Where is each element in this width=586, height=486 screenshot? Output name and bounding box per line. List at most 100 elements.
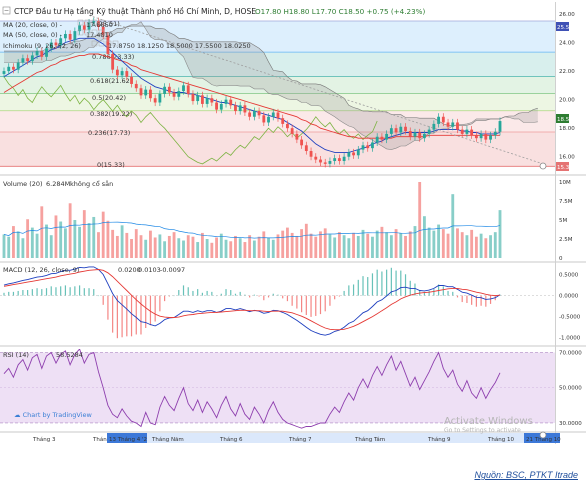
candle-body <box>243 105 247 113</box>
macd-histogram-bar <box>201 292 203 296</box>
candle-body <box>12 66 15 70</box>
candle-body <box>257 111 261 116</box>
macd-histogram-bar <box>400 270 402 296</box>
candle-body <box>314 156 318 160</box>
volume-bar <box>257 236 261 258</box>
candle-body <box>219 103 223 110</box>
macd-histogram-bar <box>433 289 435 296</box>
windows-activation-watermark: Activate Windows Go to Settings to activ… <box>444 416 533 434</box>
volume-bar <box>441 229 445 258</box>
candle-body <box>191 93 195 102</box>
macd-histogram-bar <box>116 295 118 339</box>
volume-bar <box>337 232 341 258</box>
logo-text: Chart by TradingView <box>22 411 92 419</box>
volume-bar <box>437 224 441 258</box>
volume-bar <box>224 239 228 258</box>
macd-value-3: -0.0097 <box>160 266 185 274</box>
volume-bar <box>295 235 299 258</box>
volume-bar <box>172 232 176 258</box>
macd-pane[interactable]: MACD (12, 26, close, 9) 0.0200 0.0103 -0… <box>0 266 581 342</box>
candle-body <box>286 123 289 129</box>
trendline-handle[interactable] <box>539 162 547 170</box>
fib-label-0382: 0.382(19.22) <box>90 110 132 118</box>
macd-histogram-bar <box>329 295 331 306</box>
volume-bar <box>125 232 129 258</box>
macd-histogram-bar <box>22 290 24 296</box>
volume-pane[interactable]: Volume (20) 6.284M không cổ sẵn 10M 7.5M 5… <box>2 179 573 262</box>
macd-histogram-bar <box>291 295 293 306</box>
macd-value-2: 0.0103 <box>138 266 161 274</box>
candle-body <box>16 62 20 70</box>
candle-body <box>186 85 190 94</box>
candle-body <box>300 139 304 146</box>
volume-bar <box>215 237 218 258</box>
candle-body <box>115 69 119 76</box>
price-tick-label: 22.00 <box>559 69 575 75</box>
candle-body <box>196 95 200 102</box>
volume-bar <box>413 226 417 258</box>
symbol-title: CTCP Đầu tư Hạ tầng Kỹ thuật Thành phố H… <box>14 7 256 16</box>
macd-line <box>3 266 501 336</box>
settings-handle[interactable] <box>539 431 547 439</box>
macd-histogram-bar <box>480 295 482 306</box>
volume-bar <box>219 233 223 258</box>
volume-bar <box>144 239 148 258</box>
macd-histogram-bar <box>154 295 156 322</box>
macd-histogram-bar <box>305 295 307 316</box>
volume-bar <box>352 232 355 258</box>
volume-bar <box>281 230 285 258</box>
candle-body <box>205 98 209 104</box>
ma20-legend[interactable]: MA (20, close, 0) - <box>3 21 63 29</box>
macd-histogram-bar <box>164 295 166 302</box>
volume-bar <box>404 235 407 258</box>
macd-histogram-bar <box>230 290 232 296</box>
volume-legend[interactable]: Volume (20) <box>3 180 43 188</box>
ma50-legend[interactable]: MA (50, close, 0) - <box>3 31 63 39</box>
candle-body <box>290 128 294 134</box>
volume-bar <box>78 226 81 258</box>
macd-histogram-bar <box>258 295 260 297</box>
macd-histogram-bar <box>178 290 180 296</box>
macd-legend[interactable]: MACD (12, 26, close, 9) <box>3 266 79 274</box>
time-label-2: Tháng Năm <box>151 436 184 443</box>
volume-bar <box>238 238 242 258</box>
candle-body <box>68 33 72 40</box>
time-label-7: Tháng 10 <box>487 436 514 443</box>
crosshair-date-text: 13 Tháng 4 '21 <box>109 436 150 443</box>
macd-histogram-bar <box>249 295 251 298</box>
price-tick-label: 24.00 <box>559 41 575 47</box>
candle-body <box>248 112 252 117</box>
macd-histogram-bar <box>371 273 374 296</box>
volume-tick-label: 7.5M <box>559 199 573 205</box>
macd-histogram-bar <box>357 279 359 296</box>
candle-body <box>446 122 450 127</box>
volume-bar <box>319 231 322 258</box>
ichimoku-legend[interactable]: Ichimoku (9, 26, 52, 26) <box>3 42 81 50</box>
macd-histogram-bar <box>267 295 270 298</box>
macd-histogram-bar <box>41 289 43 296</box>
macd-histogram-bar <box>334 295 336 300</box>
candle-body <box>2 71 6 74</box>
price-axis[interactable]: 16.00 18.00 20.00 22.00 24.00 26.00 25.51 18.… <box>555 2 586 174</box>
candle-body <box>111 53 115 70</box>
candle-body <box>30 55 34 62</box>
volume-bar <box>30 227 34 258</box>
candle-body <box>375 136 379 143</box>
tradingview-logo[interactable]: ☁ Chart by TradingView <box>14 411 92 419</box>
candle-body <box>484 133 488 140</box>
candle-body <box>441 116 445 123</box>
macd-histogram-bar <box>282 295 284 299</box>
candle-body <box>304 145 308 152</box>
volume-bar <box>167 235 171 258</box>
candle-body <box>158 93 162 103</box>
volume-tick-label: 2.5M <box>559 237 573 243</box>
candle-body <box>456 122 459 130</box>
candle-body <box>271 112 275 117</box>
macd-histogram-bar <box>60 286 62 296</box>
volume-bar <box>82 210 86 258</box>
price-pane[interactable]: 1(25.51) 0.786(23.33) 0.618(21.62) 0.5(2… <box>0 2 556 174</box>
candle-body <box>35 51 39 56</box>
macd-histogram-bar <box>442 286 444 296</box>
rsi-legend[interactable]: RSI (14) <box>3 351 29 359</box>
time-axis[interactable]: Tháng 3 Tháng 13 Tháng 4 '21 Tháng Năm T… <box>32 433 561 443</box>
